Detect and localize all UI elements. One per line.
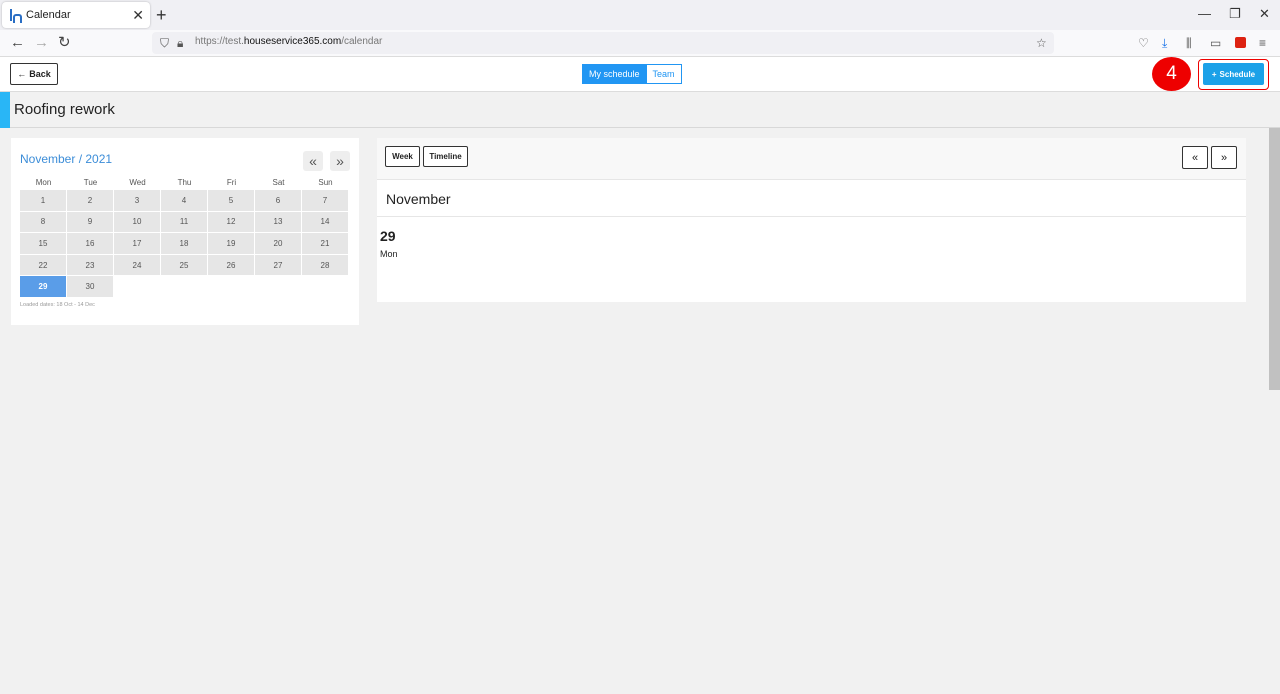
day-cell[interactable]: 3 xyxy=(114,190,160,211)
back-arrow-icon[interactable]: ← xyxy=(10,34,25,52)
day-cell[interactable]: 5 xyxy=(208,190,254,211)
day-name: Mon xyxy=(380,249,398,259)
weekday-label: Sat xyxy=(272,178,285,187)
minimize-icon[interactable]: — xyxy=(1198,6,1211,21)
day-cell[interactable]: 13 xyxy=(255,211,301,233)
month-title: November xyxy=(386,191,451,207)
day-cell-selected[interactable]: 29 xyxy=(20,276,66,297)
sidebar-icon[interactable]: ▭ xyxy=(1210,35,1221,51)
schedule-toggle: My schedule Team xyxy=(582,64,682,84)
day-cell[interactable]: 6 xyxy=(255,190,301,211)
day-cell[interactable]: 12 xyxy=(208,211,254,233)
day-cell[interactable]: 23 xyxy=(67,254,113,276)
mini-calendar-month: November / 2021 xyxy=(20,152,113,166)
window-close-icon[interactable]: ✕ xyxy=(1259,6,1270,22)
step-number-badge: 4 xyxy=(1152,57,1191,91)
page-title-bar: Roofing rework xyxy=(0,92,1280,128)
day-cell[interactable]: 27 xyxy=(255,254,301,276)
day-cell[interactable]: 9 xyxy=(67,211,113,233)
weekday-label: Thu xyxy=(177,178,192,187)
day-cell[interactable]: 8 xyxy=(20,211,66,233)
day-cell[interactable]: 26 xyxy=(208,254,254,276)
day-cell[interactable]: 2 xyxy=(67,190,113,211)
lock-icon[interactable]: 🔒︎ xyxy=(177,35,183,51)
day-cell[interactable]: 7 xyxy=(302,190,348,211)
url-text[interactable]: https://test.houseservice365.com/calenda… xyxy=(195,36,382,47)
page-title: Roofing rework xyxy=(14,101,115,118)
day-cell[interactable]: 10 xyxy=(114,211,160,233)
back-button-label: Back xyxy=(29,69,51,79)
day-cell[interactable]: 11 xyxy=(161,211,207,233)
pdf-extension-icon[interactable] xyxy=(1235,37,1246,48)
day-cell[interactable]: 24 xyxy=(114,254,160,276)
weekday-label: Mon xyxy=(35,178,52,187)
day-cell[interactable]: 22 xyxy=(20,254,66,276)
mini-calendar: November / 2021 « » Mon Tue Wed Thu Fri Sat Su… xyxy=(11,138,359,325)
loaded-dates-text: Loaded dates: 18 Oct - 14 Dec xyxy=(20,302,95,308)
schedule-button-label: Schedule xyxy=(1219,69,1256,79)
plus-icon: + xyxy=(1211,69,1217,79)
schedule-button[interactable]: + Schedule xyxy=(1203,63,1264,85)
day-cell[interactable]: 14 xyxy=(302,211,348,233)
weekday-header: Mon Tue Wed Thu Fri Sat Sun xyxy=(20,178,349,187)
timeline-view-button[interactable]: Timeline xyxy=(423,146,468,167)
download-icon[interactable]: ⤓ xyxy=(1162,35,1167,51)
forward-arrow-icon[interactable]: → xyxy=(34,34,49,52)
day-cell[interactable]: 1 xyxy=(20,190,66,211)
browser-tab-bar: Calendar ✕ + — ❐ ✕ xyxy=(0,0,1280,30)
day-cell[interactable]: 30 xyxy=(67,276,113,297)
app-header: ← Back My schedule Team 4 + Schedule xyxy=(0,57,1280,92)
day-cell[interactable]: 28 xyxy=(302,254,348,276)
prev-month-button[interactable]: « xyxy=(303,151,323,171)
reload-icon[interactable]: ↻ xyxy=(58,34,71,52)
calendar-toolbar: Week Timeline « » xyxy=(377,138,1246,180)
next-period-button[interactable]: » xyxy=(1211,146,1237,169)
day-cell[interactable]: 4 xyxy=(161,190,207,211)
library-icon[interactable]: ⫼ xyxy=(1186,35,1192,51)
day-cell[interactable]: 15 xyxy=(20,233,66,254)
menu-icon[interactable]: ≡ xyxy=(1259,35,1266,51)
tab-close-icon[interactable]: ✕ xyxy=(132,7,144,23)
weekday-label: Fri xyxy=(226,178,237,187)
browser-nav-bar: ← → ↻ ⛉ 🔒︎ https://test.houseservice365.… xyxy=(0,30,1280,57)
back-button[interactable]: ← Back xyxy=(10,63,58,85)
day-number[interactable]: 29 xyxy=(380,228,396,244)
day-grid: 1 2 3 4 5 6 7 8 9 10 11 12 13 14 15 16 17 18 19 20 21 22 23 24 2… xyxy=(20,190,350,297)
day-cell[interactable]: 21 xyxy=(302,233,348,254)
team-toggle[interactable]: Team xyxy=(646,64,682,84)
url-bar[interactable]: ⛉ 🔒︎ https://test.houseservice365.com/ca… xyxy=(152,32,1054,54)
weekday-label: Tue xyxy=(83,178,98,187)
shield-icon[interactable]: ⛉ xyxy=(160,35,169,51)
new-tab-icon[interactable]: + xyxy=(156,5,167,25)
day-cell[interactable]: 25 xyxy=(161,254,207,276)
week-view-button[interactable]: Week xyxy=(385,146,420,167)
month-header: November xyxy=(377,181,1246,217)
app-favicon-icon xyxy=(10,9,22,23)
bookmark-star-icon[interactable]: ☆ xyxy=(1036,35,1047,51)
pocket-icon[interactable]: ♡ xyxy=(1138,35,1149,51)
title-accent-bar xyxy=(0,92,10,128)
day-cell[interactable]: 17 xyxy=(114,233,160,254)
next-month-button[interactable]: » xyxy=(330,151,350,171)
scrollbar-thumb[interactable] xyxy=(1269,128,1280,390)
prev-period-button[interactable]: « xyxy=(1182,146,1208,169)
day-cell[interactable]: 20 xyxy=(255,233,301,254)
day-cell[interactable]: 16 xyxy=(67,233,113,254)
weekday-label: Sun xyxy=(318,178,333,187)
day-cell[interactable]: 19 xyxy=(208,233,254,254)
restore-icon[interactable]: ❐ xyxy=(1229,6,1241,22)
day-cell[interactable]: 18 xyxy=(161,233,207,254)
calendar-panel: Week Timeline « » November 29 Mon xyxy=(377,138,1246,302)
my-schedule-toggle[interactable]: My schedule xyxy=(582,64,647,84)
tab-title: Calendar xyxy=(26,9,71,21)
browser-tab[interactable]: Calendar ✕ xyxy=(2,2,150,28)
arrow-left-icon: ← xyxy=(17,69,27,79)
weekday-label: Wed xyxy=(129,178,146,187)
